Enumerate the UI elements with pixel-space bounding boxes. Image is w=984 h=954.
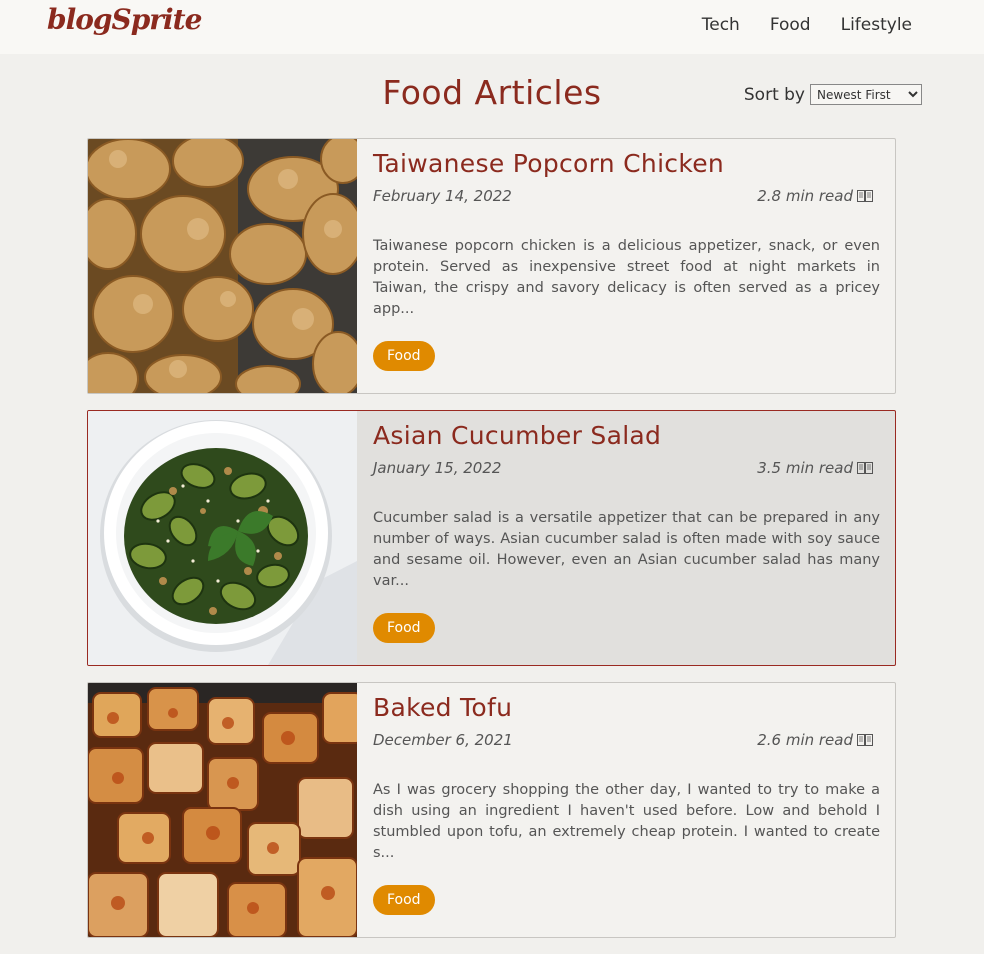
book-icon <box>857 461 873 474</box>
read-time: 2.6 min read <box>757 731 873 749</box>
category-tag[interactable]: Food <box>373 885 435 915</box>
read-time-text: 3.5 min read <box>757 459 853 477</box>
read-time: 3.5 min read <box>757 459 873 477</box>
book-icon <box>857 733 873 746</box>
article-card[interactable]: Baked Tofu December 6, 2021 2.6 min read… <box>87 682 896 938</box>
cucumber-salad-photo <box>88 411 357 665</box>
article-excerpt: As I was grocery shopping the other day,… <box>373 782 880 861</box>
sort-control: Sort by Newest First <box>744 84 922 105</box>
nav-link-lifestyle[interactable]: Lifestyle <box>841 15 912 35</box>
article-date: January 15, 2022 <box>373 459 502 477</box>
read-time: 2.8 min read <box>757 187 873 205</box>
article-body: Asian Cucumber Salad January 15, 2022 3.… <box>357 411 895 665</box>
article-image[interactable] <box>88 139 357 393</box>
article-excerpt: Cucumber salad is a versatile appetizer … <box>373 510 880 589</box>
book-icon <box>857 189 873 202</box>
nav-link-tech[interactable]: Tech <box>702 15 740 35</box>
article-card[interactable]: Asian Cucumber Salad January 15, 2022 3.… <box>87 410 896 666</box>
article-title[interactable]: Baked Tofu <box>373 693 512 722</box>
article-body: Baked Tofu December 6, 2021 2.6 min read… <box>357 683 895 937</box>
article-image[interactable] <box>88 683 357 937</box>
article-date: December 6, 2021 <box>373 731 513 749</box>
baked-tofu-photo <box>88 683 357 937</box>
article-excerpt: Taiwanese popcorn chicken is a delicious… <box>373 238 880 317</box>
article-date: February 14, 2022 <box>373 187 512 205</box>
sort-label: Sort by <box>743 84 805 105</box>
nav-link-food[interactable]: Food <box>770 15 811 35</box>
article-title[interactable]: Taiwanese Popcorn Chicken <box>373 149 724 178</box>
category-tag[interactable]: Food <box>373 341 435 371</box>
article-image[interactable] <box>88 411 357 665</box>
category-tag[interactable]: Food <box>373 613 435 643</box>
article-card[interactable]: Taiwanese Popcorn Chicken February 14, 2… <box>87 138 896 394</box>
sort-select[interactable]: Newest First <box>810 84 922 105</box>
popcorn-chicken-photo <box>88 139 357 393</box>
main-nav: Tech Food Lifestyle <box>702 15 912 35</box>
read-time-text: 2.6 min read <box>757 731 853 749</box>
site-logo[interactable]: blogSprite <box>47 3 202 36</box>
article-body: Taiwanese Popcorn Chicken February 14, 2… <box>357 139 895 393</box>
article-title[interactable]: Asian Cucumber Salad <box>373 421 661 450</box>
top-navbar: blogSprite Tech Food Lifestyle <box>0 0 984 54</box>
read-time-text: 2.8 min read <box>757 187 853 205</box>
